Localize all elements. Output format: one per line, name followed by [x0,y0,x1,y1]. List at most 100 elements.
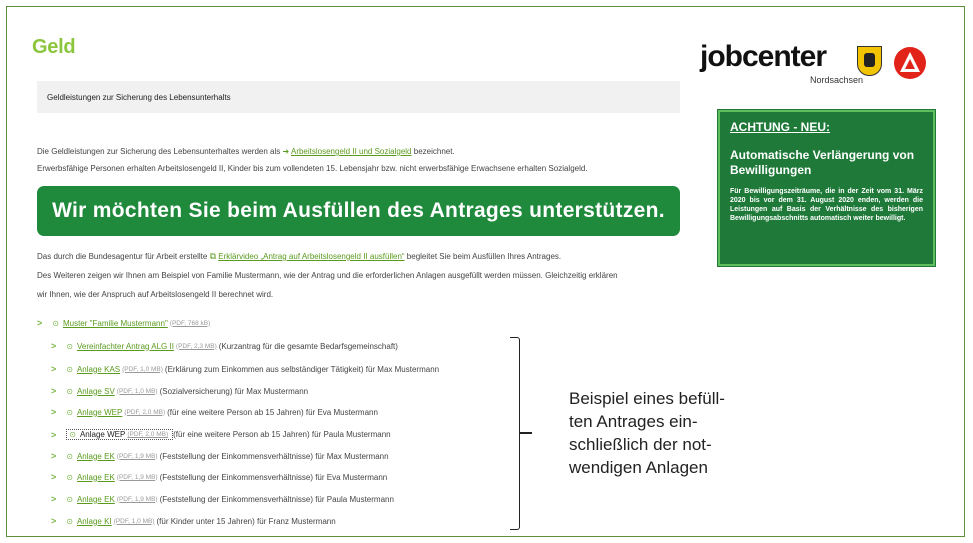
chevron-right-icon: > [37,318,43,328]
download-link[interactable]: Anlage WEP [77,408,122,417]
download-description: (Feststellung der Einkommensverhältnisse… [159,451,389,461]
download-item[interactable]: > ⊙ Anlage SV (PDF, 1,0 MB) (Sozialversicher… [51,386,308,396]
download-icon: ⊙ [66,407,73,417]
download-link[interactable]: Anlage KI [77,517,112,526]
download-icon: ⊙ [66,494,73,504]
download-icon: ⊙ [69,430,76,439]
download-icon: ⊙ [66,451,73,461]
annotation-line: ten Antrages ein- [569,412,698,431]
download-description: (für eine weitere Person ab 15 Jahren) f… [173,430,391,439]
example-line-1: Des Weiteren zeigen wir Ihnen am Beispie… [37,271,618,280]
video-text-end: begleitet Sie beim Ausfüllen Ihres Antra… [406,252,562,261]
download-item[interactable]: > ⊙ Anlage WEP (PDF, 2,0 MB) (für eine weite… [51,407,378,417]
bracket-tick [519,432,532,434]
download-link-group[interactable]: ⊙ Anlage WEP (PDF, 2,0 MB) [66,429,174,440]
notice-heading: ACHTUNG - NEU: [730,120,830,134]
chevron-right-icon: > [51,472,57,482]
download-link-group[interactable]: ⊙ Anlage EK (PDF, 1,9 MB) [66,473,159,482]
support-banner[interactable]: Wir möchten Sie beim Ausfüllen des Antra… [37,186,680,236]
saxony-crest-icon [857,46,882,76]
download-link-group[interactable]: ⊙ Vereinfachter Antrag ALG II (PDF, 2,3 MB… [66,342,218,351]
chevron-right-icon: > [51,407,57,417]
download-link-group[interactable]: ⊙ Anlage KAS (PDF, 1,0 MB) [66,365,165,374]
arrow-right-icon: ➔ [282,147,290,156]
download-description: (Feststellung der Einkommensverhältnisse… [159,472,388,482]
page-subtitle: Geldleistungen zur Sicherung des Lebensu… [37,81,680,113]
video-paragraph: Das durch die Bundesagentur für Arbeit e… [37,251,561,262]
chevron-right-icon: > [51,429,57,440]
file-meta: (PDF, 1,9 MB) [116,495,158,503]
intro-line-1: Die Geldleistungen zur Sicherung des Leb… [37,147,455,156]
intro-line-2: Erwerbsfähige Personen erhalten Arbeitsl… [37,164,588,173]
chevron-right-icon: > [51,451,57,461]
notice-title: Automatische Verlängerung von Bewilligun… [730,148,915,177]
file-meta: (PDF, 2,0 MB) [127,431,169,438]
download-link-group[interactable]: ⊙ Anlage EK (PDF, 1,9 MB) [66,452,159,461]
download-link[interactable]: Anlage EK [77,495,115,504]
chevron-right-icon: > [51,364,57,374]
download-icon: ⊙ [66,516,73,526]
file-meta: (PDF, 2,3 MB) [175,342,217,350]
download-link-group[interactable]: ⊙ Anlage WEP (PDF, 2,0 MB) [66,408,167,417]
download-icon: ⊙ [66,364,73,374]
download-link-group[interactable]: ⊙ Anlage KI (PDF, 1,0 MB) [66,517,156,526]
download-description: (Kurzantrag für die gesamte Bedarfsgemei… [218,341,398,351]
download-icon: ⊙ [66,341,73,351]
annotation-line: schließlich der not- [569,435,712,454]
download-item[interactable]: > ⊙ Anlage EK (PDF, 1,9 MB) (Feststellung de… [51,494,394,504]
video-text: Das durch die Bundesagentur für Arbeit e… [37,252,208,261]
chevron-right-icon: > [51,516,57,526]
bracket-annotation [510,337,520,530]
download-item[interactable]: > ⊙ Anlage WEP (PDF, 2,0 MB) (für eine weite… [51,429,391,440]
file-meta: (PDF, 1,0 MB) [113,517,155,525]
annotation-line: wendigen Anlagen [569,458,708,477]
download-description: (Erklärung zum Einkommen aus selbständig… [164,364,440,374]
download-item[interactable]: > ⊙ Anlage KAS (PDF, 1,0 MB) (Erklärung zum … [51,364,439,374]
subtitle-text: Geldleistungen zur Sicherung des Lebensu… [47,92,231,102]
chevron-right-icon: > [51,386,57,396]
logo-region: Nordsachsen [810,75,864,85]
download-icon: ⊙ [66,386,73,396]
download-description: (für eine weitere Person ab 15 Jahren) f… [167,407,378,417]
jobcenter-logo: jobcenter [700,40,827,73]
download-item[interactable]: > ⊙ Anlage EK (PDF, 1,9 MB) (Feststellung de… [51,451,389,461]
file-meta: (PDF, 1,9 MB) [116,473,158,481]
download-link-group[interactable]: ⊙ Anlage SV (PDF, 1,0 MB) [66,387,159,396]
video-link[interactable]: Erklärvideo „Antrag auf Arbeitslosengeld… [218,252,404,261]
download-icon: ⊙ [52,318,59,328]
download-link[interactable]: Vereinfachter Antrag ALG II [77,342,174,351]
download-description: (Sozialversicherung) für Max Mustermann [159,386,309,396]
file-meta: (PDF, 1,0 MB) [116,387,158,395]
file-meta: (PDF, 1,9 MB) [116,452,158,460]
alg2-link[interactable]: Arbeitslosengeld II und Sozialgeld [291,147,412,156]
intro-text-end: bezeichnet. [413,147,455,156]
download-icon: ⊙ [66,472,73,482]
notice-box: ACHTUNG - NEU: Automatische Verlängerung… [718,110,935,266]
example-line-2: wir Ihnen, wie der Anspruch auf Arbeitsl… [37,290,274,299]
download-description: (für Kinder unter 15 Jahren) für Franz M… [156,516,336,526]
download-link-group[interactable]: ⊙ Anlage EK (PDF, 1,9 MB) [66,495,159,504]
download-description: (Feststellung der Einkommensverhältnisse… [159,494,394,504]
download-link[interactable]: Anlage EK [77,452,115,461]
external-link-icon: ⧉ [209,251,216,261]
file-meta: (PDF, 768 kB) [169,319,211,327]
notice-body: Für Bewilligungszeiträume, die in der Ze… [730,188,923,222]
agency-logo-icon [894,47,926,79]
download-item[interactable]: > ⊙ Vereinfachter Antrag ALG II (PDF, 2,3 M… [51,341,398,351]
intro-text: Die Geldleistungen zur Sicherung des Leb… [37,147,281,156]
page-title: Geld [32,36,76,58]
main-download-link[interactable]: Muster "Familie Mustermann" [63,319,168,328]
annotation-text: Beispiel eines befüll- ten Antrages ein-… [569,387,769,479]
download-item[interactable]: > ⊙ Anlage EK (PDF, 1,9 MB) (Feststellung de… [51,472,387,482]
file-meta: (PDF, 1,0 MB) [122,365,163,373]
download-link[interactable]: Anlage EK [77,473,115,482]
download-item[interactable]: > ⊙ Anlage KI (PDF, 1,0 MB) (für Kinder unte… [51,516,336,526]
main-download-item[interactable]: > ⊙ Muster "Familie Mustermann" (PDF, 76… [37,318,212,328]
download-link[interactable]: Anlage SV [77,387,115,396]
download-link[interactable]: Anlage WEP [80,430,125,439]
chevron-right-icon: > [51,494,57,504]
file-meta: (PDF, 2,0 MB) [124,408,166,416]
annotation-line: Beispiel eines befüll- [569,389,725,408]
chevron-right-icon: > [51,341,57,351]
download-link[interactable]: Anlage KAS [77,365,120,374]
